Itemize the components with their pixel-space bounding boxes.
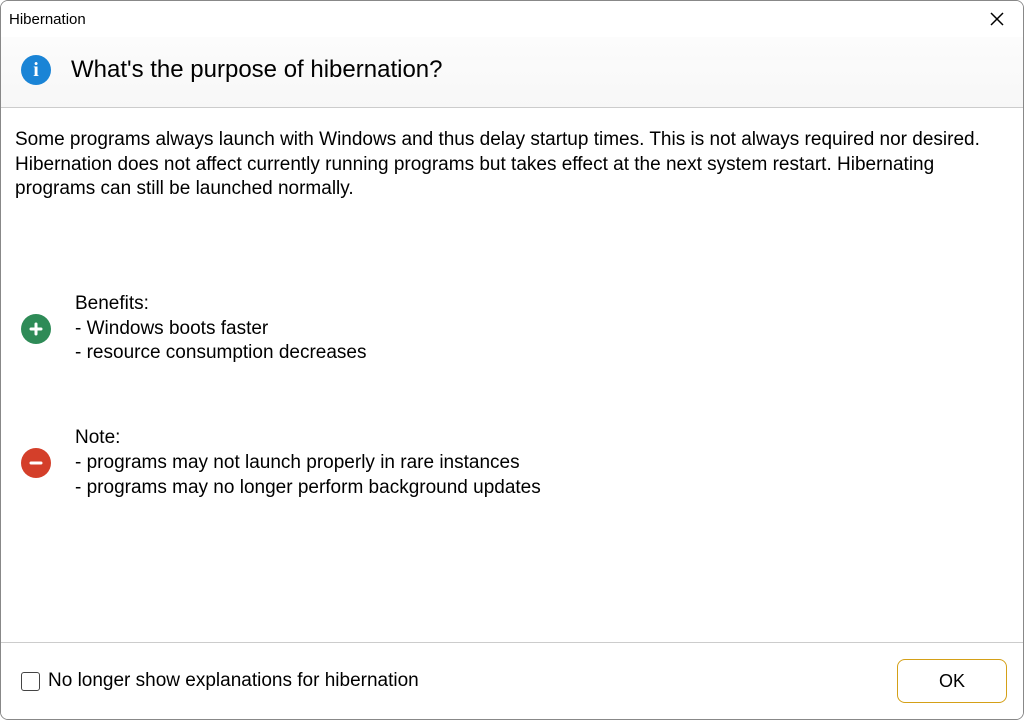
checkbox-label: No longer show explanations for hibernat… [48, 670, 419, 692]
benefits-text: Benefits: - Windows boots faster - resou… [75, 292, 366, 366]
window-title: Hibernation [9, 11, 86, 28]
dialog-body: Some programs always launch with Windows… [1, 108, 1023, 642]
benefits-section: Benefits: - Windows boots faster - resou… [15, 292, 1009, 366]
footer: No longer show explanations for hibernat… [1, 642, 1023, 719]
ok-button[interactable]: OK [897, 659, 1007, 703]
header: i What's the purpose of hibernation? [1, 37, 1023, 108]
titlebar: Hibernation [1, 1, 1023, 37]
notes-section: Note: - programs may not launch properly… [15, 426, 1009, 500]
plus-icon [21, 314, 51, 344]
dialog-heading: What's the purpose of hibernation? [71, 56, 442, 84]
checkbox-box[interactable] [21, 672, 40, 691]
close-icon [989, 11, 1005, 27]
ok-button-label: OK [939, 671, 965, 692]
description-text: Some programs always launch with Windows… [15, 128, 1009, 202]
info-icon: i [21, 55, 51, 85]
dont-show-checkbox[interactable]: No longer show explanations for hibernat… [21, 670, 419, 692]
minus-icon [21, 448, 51, 478]
notes-text: Note: - programs may not launch properly… [75, 426, 541, 500]
dialog-window: Hibernation i What's the purpose of hibe… [0, 0, 1024, 720]
close-button[interactable] [983, 5, 1011, 33]
